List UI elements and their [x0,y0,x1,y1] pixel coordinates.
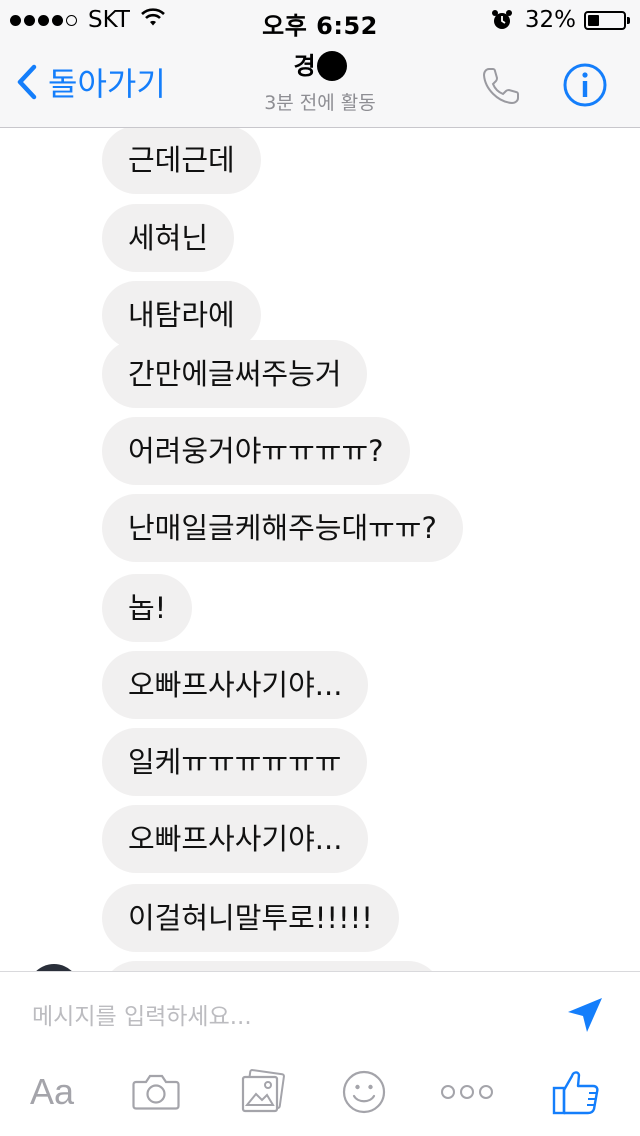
send-arrow-icon [568,998,602,1032]
message-bubble[interactable]: 일케ㅠㅠㅠㅠㅠㅠ [102,728,368,796]
composer-toolbar: Aa [0,1062,640,1122]
alarm-clock-icon [491,9,513,31]
emoji-icon[interactable] [336,1062,392,1122]
avatar[interactable] [28,964,80,971]
message-bubble[interactable]: 오빠프사사기야... [102,805,369,873]
text-format-icon[interactable]: Aa [24,1062,80,1122]
message-bubble[interactable]: 내탐라에 [102,281,261,349]
camera-icon[interactable] [128,1062,184,1122]
call-button[interactable] [474,62,528,110]
message-bubble[interactable]: 놉! [102,574,193,642]
battery-percent: 32% [524,7,576,33]
like-icon[interactable] [546,1062,606,1122]
contact-name: 경 [293,50,347,82]
message-bubble[interactable]: 어려웅거야ㅠㅠㅠㅠ? [102,417,410,485]
message-bubble[interactable]: 오빠프사사기야... [102,651,369,719]
info-button[interactable] [560,60,610,110]
back-button[interactable]: 돌아가기 [16,60,166,104]
name-redaction-mark [316,51,347,81]
info-icon [563,63,607,107]
contact-name-text: 경 [293,52,316,80]
message-bubble-partial[interactable] [102,961,442,971]
battery-icon [584,10,630,30]
status-right: 32% [491,6,630,34]
contact-status: 3분 전에 활동 [264,92,376,114]
photo-gallery-icon[interactable] [234,1062,290,1122]
message-bubble[interactable]: 이걸혀니말투로!!!!! [102,884,399,952]
contact-info[interactable]: 경 3분 전에 활동 [170,50,470,115]
message-bubble[interactable]: 세혀닌 [102,204,235,272]
send-button[interactable] [562,992,608,1038]
conversation-header: 돌아가기 경 3분 전에 활동 [0,40,640,128]
status-bar: SKT 오후 6:52 32% [0,0,640,40]
chevron-left-icon [17,64,37,100]
more-icon[interactable] [436,1062,498,1122]
message-bubble[interactable]: 난매일글케해주능대ㅠㅠ? [102,494,463,562]
message-list[interactable]: 근데근데 세혀닌 내탐라에 간만에글써주능거 어려웅거야ㅠㅠㅠㅠ? 난매일글케해… [0,128,640,971]
phone-icon [482,68,519,105]
message-bubble[interactable]: 근데근데 [102,128,261,194]
message-bubble[interactable]: 간만에글써주능거 [102,340,368,408]
back-label: 돌아가기 [48,65,166,103]
message-input[interactable] [30,994,514,1040]
message-composer: Aa [0,971,640,1136]
